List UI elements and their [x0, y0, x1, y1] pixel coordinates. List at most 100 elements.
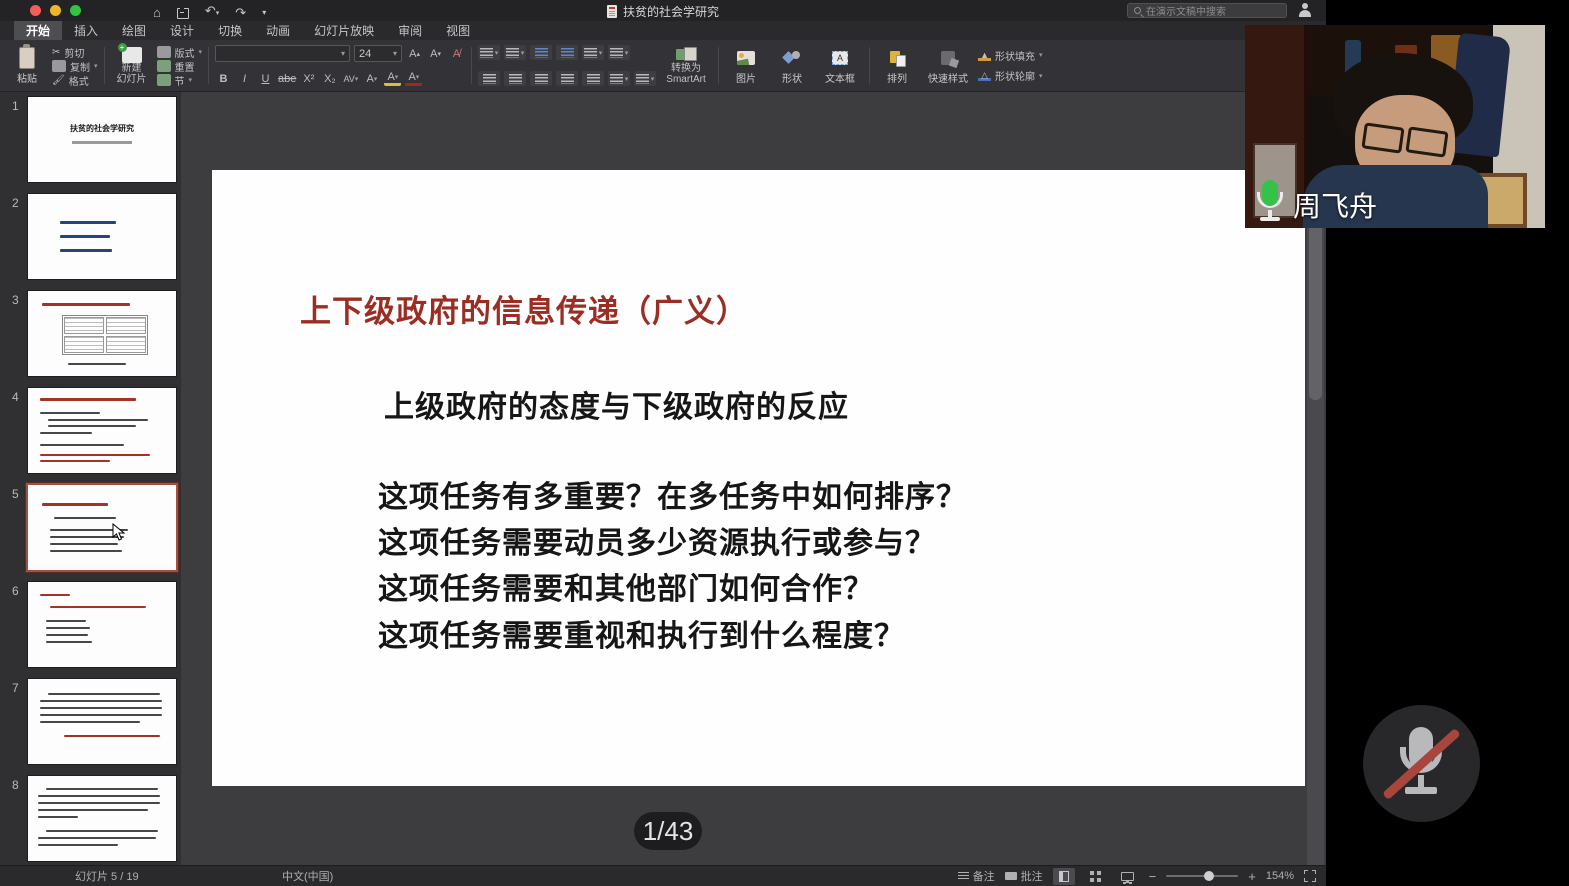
- slide-thumbnail-8[interactable]: [28, 776, 176, 861]
- zoom-percentage[interactable]: 154%: [1266, 870, 1294, 882]
- tab-slideshow[interactable]: 幻灯片放映: [302, 21, 386, 40]
- numbering-button[interactable]: ▾: [504, 45, 526, 60]
- shrink-font-button[interactable]: A▾: [427, 46, 444, 61]
- font-name-select[interactable]: ▾: [215, 45, 350, 62]
- align-text-button[interactable]: ▾: [634, 71, 656, 86]
- tab-design[interactable]: 设计: [158, 21, 206, 40]
- layout-icon: [157, 46, 171, 58]
- slide-thumbnail-6[interactable]: [28, 582, 176, 667]
- align-right-button[interactable]: [530, 71, 552, 86]
- window-titlebar: ⌂ ↶▾ ↷ ▾ 扶贫的社会学研究 在演示文稿中搜索: [0, 0, 1326, 21]
- distribute-button[interactable]: [582, 71, 604, 86]
- clear-formatting-button[interactable]: A̸: [448, 46, 465, 61]
- tab-animations[interactable]: 动画: [254, 21, 302, 40]
- shape-outline-icon: △: [978, 70, 991, 81]
- align-center-button[interactable]: [504, 71, 526, 86]
- new-slide-button[interactable]: 新建幻灯片: [111, 43, 153, 88]
- slide-body-line[interactable]: 上级政府的态度与下级政府的反应: [384, 382, 849, 426]
- convert-to-smartart-button[interactable]: 转换为SmartArt: [660, 43, 712, 88]
- slide-number: 6: [12, 584, 19, 598]
- zoom-in-button[interactable]: +: [1248, 869, 1256, 884]
- slide-thumbnail-4[interactable]: [28, 388, 176, 473]
- line-spacing-button[interactable]: ▾: [582, 45, 604, 60]
- character-spacing-button[interactable]: AV▾: [342, 71, 359, 86]
- slide-thumbnail-panel: 1 扶贫的社会学研究 2 3: [0, 92, 181, 865]
- tab-view[interactable]: 视图: [434, 21, 482, 40]
- search-input[interactable]: 在演示文稿中搜索: [1127, 3, 1287, 18]
- slide-question-2[interactable]: 这项任务需要动员多少资源执行或参与？: [378, 518, 936, 562]
- decrease-indent-button[interactable]: [530, 45, 552, 60]
- justify-button[interactable]: [556, 71, 578, 86]
- subscript-button[interactable]: X₂: [321, 71, 338, 86]
- picture-button[interactable]: 图片: [725, 43, 767, 88]
- document-title: 扶贫的社会学研究: [607, 3, 719, 20]
- reset-button[interactable]: 重置: [157, 59, 203, 73]
- home-icon[interactable]: ⌂: [153, 4, 161, 21]
- shape-fill-button[interactable]: ▲形状填充▾: [978, 48, 1043, 62]
- cut-button[interactable]: ✂剪切: [52, 45, 98, 59]
- slide-thumbnail-1[interactable]: 扶贫的社会学研究: [28, 97, 176, 182]
- layout-button[interactable]: 版式▾: [157, 45, 203, 59]
- microphone-mute-button[interactable]: [1363, 705, 1480, 822]
- fit-slide-icon[interactable]: [1304, 870, 1316, 882]
- microphone-active-icon: [1253, 180, 1287, 222]
- slide-thumbnail-2[interactable]: [28, 194, 176, 279]
- slide-thumbnail-7[interactable]: [28, 679, 176, 764]
- close-window-button[interactable]: [30, 5, 41, 16]
- strikethrough-button[interactable]: abe: [278, 71, 296, 86]
- text-direction-button[interactable]: ▾: [608, 71, 630, 86]
- copy-button[interactable]: 复制 ▾: [52, 59, 98, 73]
- font-size-select[interactable]: 24▾: [354, 45, 402, 62]
- tab-insert[interactable]: 插入: [62, 21, 110, 40]
- increase-indent-button[interactable]: [556, 45, 578, 60]
- textbox-button[interactable]: A 文本框: [817, 43, 863, 88]
- redo-icon[interactable]: ↷: [235, 4, 246, 21]
- zoom-slider[interactable]: [1166, 875, 1238, 877]
- slide-thumbnail-5-selected[interactable]: [28, 485, 176, 570]
- zoom-out-button[interactable]: −: [1149, 869, 1157, 884]
- tab-home[interactable]: 开始: [14, 21, 62, 40]
- account-icon[interactable]: [1298, 2, 1312, 17]
- tab-transitions[interactable]: 切换: [206, 21, 254, 40]
- grow-font-button[interactable]: A▴: [406, 46, 423, 61]
- minimize-window-button[interactable]: [50, 5, 61, 16]
- font-color-button[interactable]: A▾: [405, 71, 422, 86]
- zoom-slider-knob[interactable]: [1204, 871, 1214, 881]
- slide-thumbnail-3[interactable]: [28, 291, 176, 376]
- slide-sorter-view-button[interactable]: [1085, 868, 1107, 885]
- quick-styles-button[interactable]: 快速样式: [922, 43, 974, 88]
- notes-button[interactable]: 备注: [958, 868, 995, 884]
- shapes-button[interactable]: 形状: [771, 43, 813, 88]
- bullets-button[interactable]: ▾: [478, 45, 500, 60]
- slide-question-1[interactable]: 这项任务有多重要？在多任务中如何排序？: [378, 472, 967, 516]
- tab-draw[interactable]: 绘图: [110, 21, 158, 40]
- language-indicator[interactable]: 中文(中国): [282, 868, 333, 884]
- slide-question-4[interactable]: 这项任务需要重视和执行到什么程度？: [378, 611, 905, 655]
- columns-button[interactable]: ▾: [608, 45, 630, 60]
- save-icon[interactable]: [177, 8, 189, 19]
- arrange-button[interactable]: 排列: [876, 43, 918, 88]
- slide-title[interactable]: 上下级政府的信息传递（广义）: [300, 286, 748, 331]
- normal-view-button[interactable]: [1053, 868, 1075, 885]
- underline-button[interactable]: U: [257, 71, 274, 86]
- zoom-window-button[interactable]: [70, 5, 81, 16]
- slide-question-3[interactable]: 这项任务需要和其他部门如何合作？: [378, 564, 874, 608]
- customize-toolbar-icon[interactable]: ▾: [262, 4, 266, 21]
- superscript-button[interactable]: X²: [300, 71, 317, 86]
- bold-button[interactable]: B: [215, 71, 232, 86]
- paste-button[interactable]: 粘贴: [6, 43, 48, 88]
- shape-outline-button[interactable]: △形状轮廓▾: [978, 69, 1043, 83]
- highlight-color-button[interactable]: A▾: [384, 71, 401, 86]
- slideshow-view-button[interactable]: [1117, 868, 1139, 885]
- italic-button[interactable]: I: [236, 71, 253, 86]
- document-icon: [607, 5, 617, 18]
- webcam-video-overlay[interactable]: 周飞舟: [1245, 25, 1545, 228]
- format-painter-button[interactable]: 🖌格式: [52, 73, 98, 87]
- slide-canvas[interactable]: 上下级政府的信息传递（广义） 上级政府的态度与下级政府的反应 这项任务有多重要？…: [212, 170, 1305, 786]
- align-left-button[interactable]: [478, 71, 500, 86]
- tab-review[interactable]: 审阅: [386, 21, 434, 40]
- comments-button[interactable]: 批注: [1005, 868, 1043, 884]
- undo-icon[interactable]: ↶▾: [205, 2, 219, 22]
- text-effects-button[interactable]: A▾: [363, 71, 380, 86]
- section-button[interactable]: 节▾: [157, 73, 203, 87]
